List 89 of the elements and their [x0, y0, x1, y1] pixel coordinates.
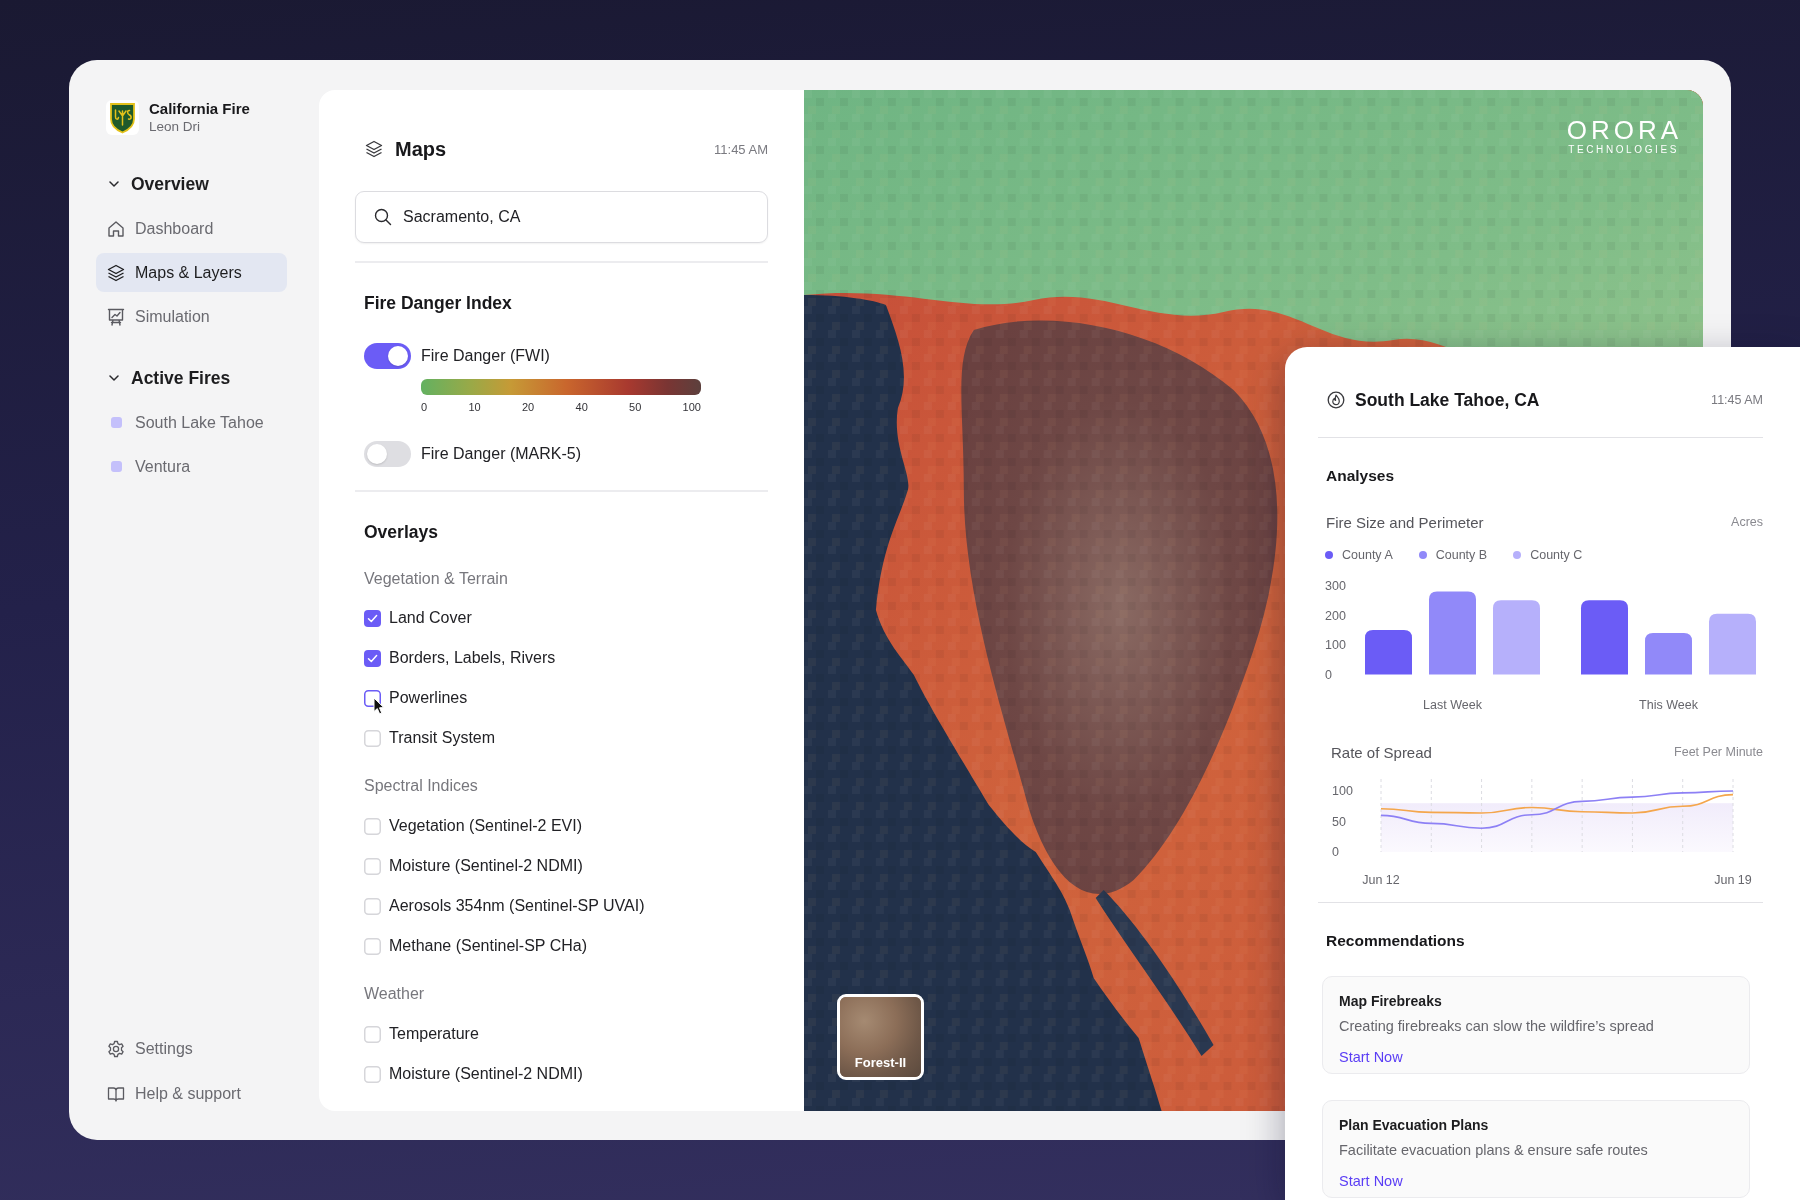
legend-label: County A [1342, 548, 1393, 562]
bar [1365, 630, 1412, 675]
group-title: Spectral Indices [364, 776, 479, 796]
chevron-icon [109, 375, 119, 381]
scale-label: 40 [575, 400, 588, 414]
organization-name: California Fire [149, 99, 250, 118]
axis-label: 100 [1332, 784, 1353, 799]
nav-item[interactable]: Help & support [96, 1074, 287, 1113]
card-title: South Lake Tahoe, CA [1355, 389, 1540, 411]
layer-label: Fire Danger (MARK-5) [421, 445, 582, 463]
panel-title: Maps [395, 137, 447, 161]
axis-label: 200 [1325, 608, 1346, 623]
start-now-link[interactable]: Start Now [1339, 1047, 1403, 1067]
unit-label: Feet Per Minute [1674, 745, 1763, 759]
user-name: Leon Dri [149, 118, 202, 136]
checkbox[interactable] [364, 609, 381, 627]
basemap-button[interactable]: Forest-II [837, 994, 924, 1080]
toggle-switch[interactable] [364, 343, 411, 369]
logo-wordmark: ORORA [1566, 116, 1682, 144]
layer-label: Borders, Labels, Rivers [389, 649, 556, 667]
layer-label: Temperature [389, 1025, 479, 1043]
scale-label: 20 [521, 400, 535, 414]
unit-label: Acres [1731, 515, 1763, 529]
section-header[interactable]: Overview [109, 172, 209, 196]
fire-marker-icon [110, 461, 122, 472]
scale-label: 10 [468, 400, 481, 414]
book-icon [107, 1084, 125, 1103]
presentation-board-icon [107, 307, 125, 326]
nav-item[interactable]: Maps & Layers [96, 253, 287, 292]
layer-label: Fire Danger (FWI) [421, 347, 550, 365]
fire-marker-icon [110, 417, 122, 428]
section-title: Overlays [364, 521, 439, 544]
flame-icon [1327, 391, 1345, 409]
chart-title: Rate of Spread [1331, 743, 1432, 761]
layer-label: Transit System [389, 729, 496, 747]
axis-label: 50 [1332, 814, 1346, 829]
section-title: Recommendations [1325, 931, 1466, 951]
chart-title: Fire Size and Perimeter [1326, 513, 1484, 531]
axis-label: 300 [1325, 578, 1346, 593]
layer-label: Land Cover [389, 609, 472, 627]
home-icon [107, 219, 125, 238]
timestamp: 11:45 AM [1711, 393, 1763, 407]
layer-label: Methane (Sentinel-SP CHa) [389, 937, 588, 955]
timestamp: 11:45 AM [714, 141, 768, 157]
axis-label: Jun 12 [1362, 873, 1400, 888]
nav-item[interactable]: Simulation [96, 297, 287, 336]
section-title: Fire Danger Index [364, 292, 513, 315]
search-field[interactable]: Sacramento, CA [355, 191, 768, 243]
legend-label: County B [1435, 548, 1488, 562]
scale-label: 0 [421, 400, 428, 414]
recommendation-text: Creating firebreaks can slow the wildfire’s spread [1339, 1017, 1654, 1036]
recommendation-title: Plan Evacuation Plans [1339, 1116, 1490, 1135]
shield-logo-icon [106, 100, 139, 135]
checkbox[interactable] [364, 649, 381, 667]
chevron-icon [109, 181, 119, 187]
legend-label: County C [1530, 548, 1583, 562]
section-title: Analyses [1325, 466, 1396, 486]
axis-label: 100 [1325, 638, 1346, 653]
axis-label: 0 [1332, 845, 1339, 860]
settings-icon [107, 1039, 125, 1058]
bar [1709, 613, 1756, 675]
scale-label: 50 [629, 400, 642, 414]
bar [1645, 633, 1692, 675]
nav-item[interactable]: Ventura [96, 447, 287, 486]
cursor-icon [373, 697, 385, 715]
toggle-switch[interactable] [364, 441, 411, 467]
nav-item[interactable]: Dashboard [96, 209, 287, 248]
layers-icon [365, 140, 383, 158]
layer-label: Moisture (Sentinel-2 NDMI) [389, 1065, 583, 1083]
nav-item[interactable]: South Lake Tahoe [96, 403, 287, 442]
layer-label: Vegetation (Sentinel-2 EVI) [389, 817, 582, 835]
recommendation-title: Map Firebreaks [1339, 992, 1443, 1011]
layers-icon [107, 263, 125, 282]
axis-label: 0 [1325, 667, 1332, 682]
layer-label: Moisture (Sentinel-2 NDMI) [389, 857, 583, 875]
layer-label: Powerlines [389, 689, 468, 707]
group-title: Weather [364, 984, 426, 1004]
start-now-link[interactable]: Start Now [1339, 1171, 1403, 1191]
axis-label: This Week [1639, 698, 1698, 713]
layer-label: Aerosols 354nm (Sentinel-SP UVAI) [389, 897, 645, 915]
axis-label: Jun 19 [1714, 873, 1752, 888]
axis-label: Last Week [1423, 698, 1482, 713]
group-title: Vegetation & Terrain [364, 569, 509, 589]
logo-tagline: TECHNOLOGIES [1568, 144, 1679, 156]
nav-item[interactable]: Settings [96, 1029, 287, 1068]
section-header[interactable]: Active Fires [109, 366, 231, 390]
recommendation-text: Facilitate evacuation plans & ensure safe routes [1339, 1141, 1648, 1160]
scale-label: 100 [682, 400, 701, 414]
search-icon [374, 208, 392, 226]
